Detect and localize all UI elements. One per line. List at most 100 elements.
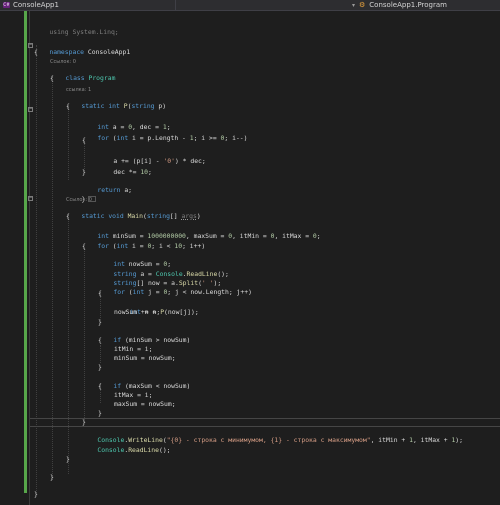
- code-line: int minSum = 1000000000, maxSum = 0, itM…: [82, 223, 320, 240]
- brace: }: [98, 363, 102, 371]
- code-text: , itMin =: [232, 232, 271, 240]
- editor-navigation-bar: C# ConsoleApp1 ▾ ⚙ ConsoleApp1.Program: [0, 0, 500, 11]
- code-line: }: [82, 168, 86, 177]
- csharp-project-icon: C#: [3, 2, 10, 8]
- brace: }: [82, 168, 86, 176]
- code-text: , itMax +: [412, 436, 452, 444]
- code-text: i =: [128, 242, 148, 250]
- brace: }: [66, 455, 70, 463]
- change-indicator-bar: [24, 11, 27, 493]
- brace: {: [66, 212, 70, 220]
- code-text: ();: [158, 446, 171, 454]
- class-dropdown[interactable]: ▾ ⚙ ConsoleApp1.Program: [352, 1, 447, 9]
- current-line-highlight: [30, 418, 500, 427]
- project-name: ConsoleApp1: [13, 1, 59, 9]
- code-line: for (int j = 0; j < now.Length; j++): [98, 279, 252, 296]
- code-text: (: [108, 242, 117, 250]
- code-line: }: [34, 490, 38, 499]
- code-line: for (int i = p.Length - 1; i >= 0; i--): [82, 125, 247, 142]
- code-line: maxSum = nowSum;: [114, 400, 176, 409]
- keyword: if: [113, 336, 122, 344]
- string-literal: "{0} - строка с минимумом, {1} - строка …: [166, 436, 371, 444]
- code-text: i = p.Length -: [128, 134, 190, 142]
- brace: {: [98, 289, 102, 297]
- code-text: ; i++): [182, 242, 206, 250]
- code-line: int a = 0, dec = 1;: [82, 114, 170, 131]
- code-line: itMin = i;: [114, 345, 152, 354]
- code-text: (: [124, 288, 133, 296]
- keyword: for: [97, 134, 109, 142]
- code-editor[interactable]: − − − using System.Linq; namespace Conso…: [0, 11, 500, 505]
- code-line: {: [66, 102, 70, 111]
- char-literal: '0': [163, 157, 175, 165]
- brace: }: [82, 418, 86, 426]
- dropdown-divider: [175, 0, 176, 10]
- param: p): [154, 102, 167, 110]
- brace: }: [34, 490, 38, 498]
- brace: {: [66, 102, 70, 110]
- code-line: static void Main(string[] args): [66, 203, 200, 220]
- code-line: if (maxSum < nowSum): [98, 373, 190, 390]
- code-line: }: [98, 318, 102, 327]
- class-path: ConsoleApp1.Program: [369, 1, 447, 9]
- keyword-namespace: namespace: [49, 48, 85, 56]
- brace: {: [98, 382, 102, 390]
- keyword: if: [113, 382, 122, 390]
- fold-toggle[interactable]: −: [28, 196, 33, 201]
- code-line: dec *= 10;: [98, 159, 152, 176]
- code-line: int n = P(now[j]);: [114, 299, 198, 316]
- code-line: class Program: [50, 65, 115, 82]
- code-line: {: [98, 336, 102, 345]
- code-text: nowSum += n;: [114, 308, 161, 316]
- code-line: string[] now = a.Split(' ');: [98, 270, 221, 287]
- brace: }: [98, 318, 102, 326]
- keyword: int: [132, 288, 145, 296]
- code-line: minSum = nowSum;: [114, 354, 176, 363]
- code-line: }: [98, 409, 102, 418]
- code-text: ;: [148, 168, 152, 176]
- code-line: static int P(string p): [66, 93, 166, 110]
- brace: {: [82, 136, 86, 144]
- brace: }: [98, 409, 102, 417]
- code-text: ; i--): [224, 134, 248, 142]
- code-line: nowSum += n;: [114, 308, 160, 317]
- code-line: return a;: [82, 177, 132, 194]
- namespace-ref: System.Linq;: [68, 28, 119, 36]
- project-dropdown[interactable]: C# ConsoleApp1: [3, 1, 59, 9]
- code-line: {: [98, 382, 102, 391]
- code-text: minSum = nowSum;: [114, 354, 176, 362]
- keyword: return: [97, 186, 121, 194]
- fold-toggle[interactable]: −: [28, 43, 33, 48]
- code-line: a += (p[i] - '0') * dec;: [98, 148, 205, 165]
- class-name: Program: [84, 74, 116, 82]
- keyword: static void: [81, 212, 124, 220]
- fold-toggle[interactable]: −: [28, 107, 33, 112]
- method-name: ReadLine: [128, 446, 159, 454]
- code-text: );: [455, 436, 463, 444]
- code-line: }: [66, 186, 97, 203]
- code-text: (: [108, 134, 117, 142]
- indent-guide: [68, 214, 69, 474]
- keyword-using: using: [49, 28, 69, 36]
- code-text: itMin = i;: [114, 345, 153, 353]
- code-text: maxSum = nowSum;: [114, 400, 176, 408]
- number: 10: [174, 242, 183, 250]
- number: 10: [140, 168, 149, 176]
- paren: ): [196, 212, 201, 220]
- code-text: itMax = i;: [114, 391, 153, 399]
- keyword: int: [116, 242, 129, 250]
- code-text: , itMin +: [370, 436, 410, 444]
- code-line: }: [66, 455, 70, 464]
- code-text: (maxSum < nowSum): [121, 382, 191, 390]
- code-line: for (int i = 0; i < 10; i++): [82, 233, 205, 250]
- method-name: Main: [123, 212, 143, 220]
- code-line: int nowSum = 0;: [98, 251, 171, 268]
- indent-guide: [84, 248, 85, 422]
- code-line: Console.WriteLine("{0} - строка с миниму…: [82, 427, 463, 444]
- code-text: ; j < now.Length; j++): [167, 288, 252, 296]
- brace: }: [50, 473, 54, 481]
- keyword: for: [97, 242, 109, 250]
- code-text: ) * dec;: [174, 157, 206, 165]
- unused-param: args: [181, 212, 197, 220]
- code-line: itMax = i;: [114, 391, 152, 400]
